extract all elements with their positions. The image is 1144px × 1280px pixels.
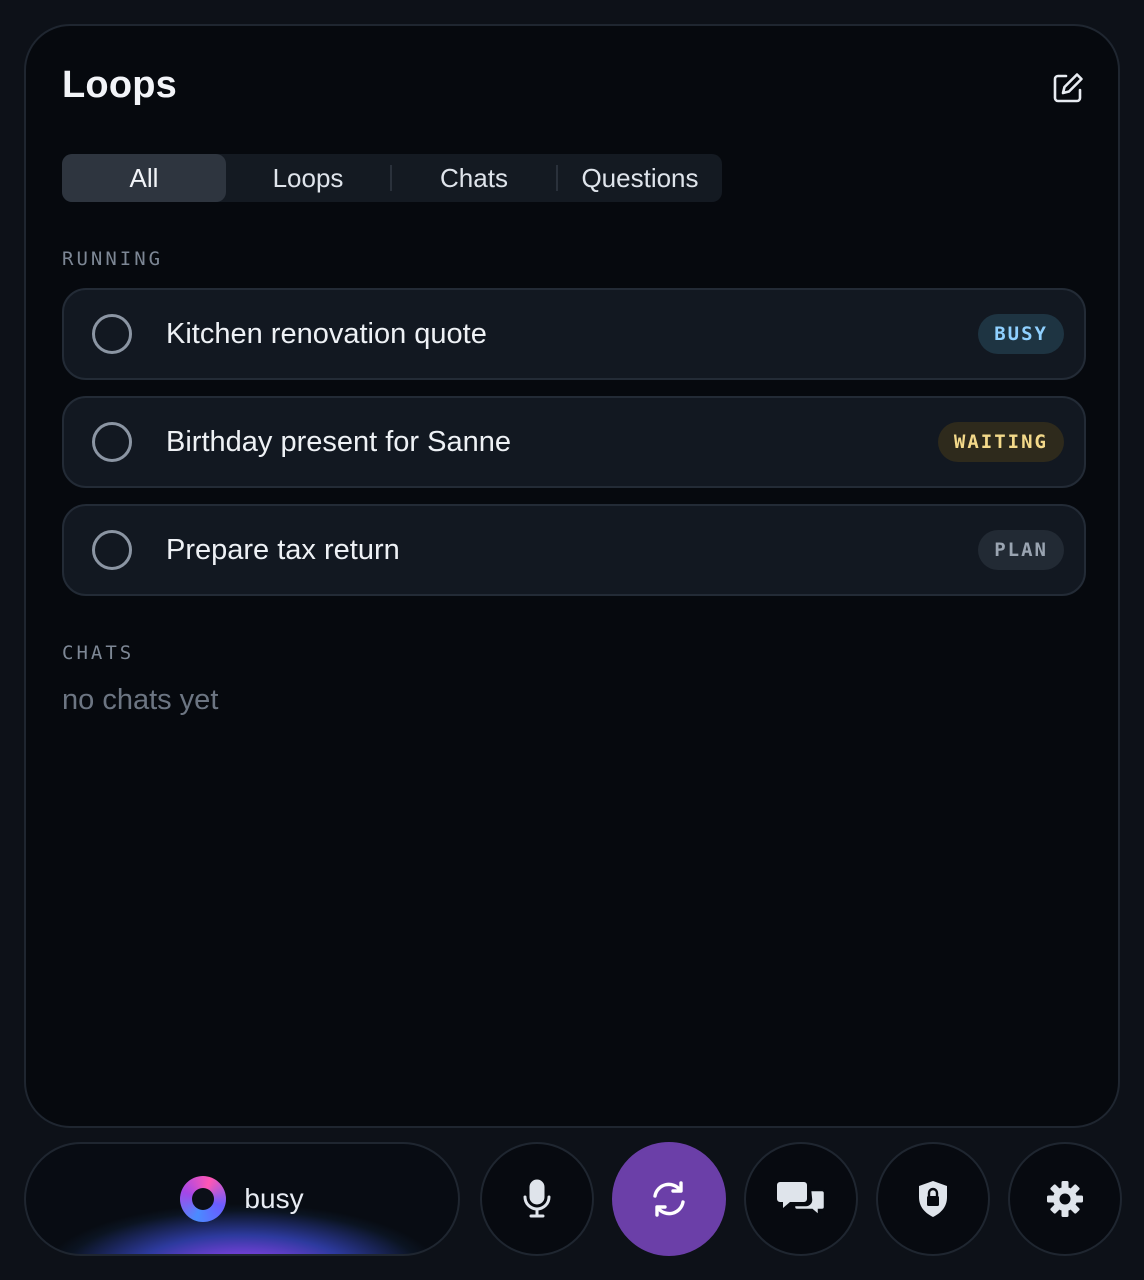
sync-button[interactable] [612, 1142, 726, 1256]
bottom-bar: busy [0, 1142, 1144, 1258]
loop-title: Birthday present for Sanne [166, 425, 511, 458]
chats-button[interactable] [744, 1142, 858, 1256]
compose-button[interactable] [1048, 68, 1088, 108]
tab-all[interactable]: All [62, 154, 226, 202]
compose-icon [1053, 73, 1083, 103]
settings-button[interactable] [1008, 1142, 1122, 1256]
chat-bubbles-icon [777, 1182, 826, 1219]
tab-loops[interactable]: Loops [226, 154, 390, 202]
tab-chats[interactable]: Chats [392, 154, 556, 202]
status-badge: WAITING [937, 422, 1064, 462]
loops-panel: Loops All Loops Chats Questions RUNNING … [24, 24, 1120, 1128]
lock-button[interactable] [876, 1142, 990, 1256]
loop-item[interactable]: Kitchen renovation quote BUSY [62, 288, 1086, 380]
tab-questions[interactable]: Questions [558, 154, 722, 202]
loop-item[interactable]: Prepare tax return PLAN [62, 504, 1086, 596]
status-pill[interactable]: busy [24, 1142, 460, 1256]
empty-chats-text: no chats yet [62, 684, 219, 716]
loop-checkbox[interactable] [92, 314, 132, 354]
microphone-button[interactable] [480, 1142, 594, 1256]
shield-lock-icon [919, 1181, 947, 1217]
section-label-chats: CHATS [62, 642, 135, 664]
loop-checkbox[interactable] [92, 530, 132, 570]
refresh-icon [653, 1181, 685, 1217]
section-label-running: RUNNING [62, 248, 164, 270]
gear-icon [1047, 1181, 1083, 1217]
status-badge: BUSY [978, 314, 1064, 354]
status-badge: PLAN [978, 530, 1064, 570]
status-text: busy [244, 1183, 304, 1214]
status-orb-icon [180, 1176, 227, 1222]
loop-title: Prepare tax return [166, 533, 400, 566]
loop-title: Kitchen renovation quote [166, 317, 487, 350]
page-title: Loops [62, 64, 177, 106]
loop-checkbox[interactable] [92, 422, 132, 462]
microphone-icon [523, 1179, 551, 1218]
filter-tabs: All Loops Chats Questions [62, 154, 722, 202]
loop-item[interactable]: Birthday present for Sanne WAITING [62, 396, 1086, 488]
